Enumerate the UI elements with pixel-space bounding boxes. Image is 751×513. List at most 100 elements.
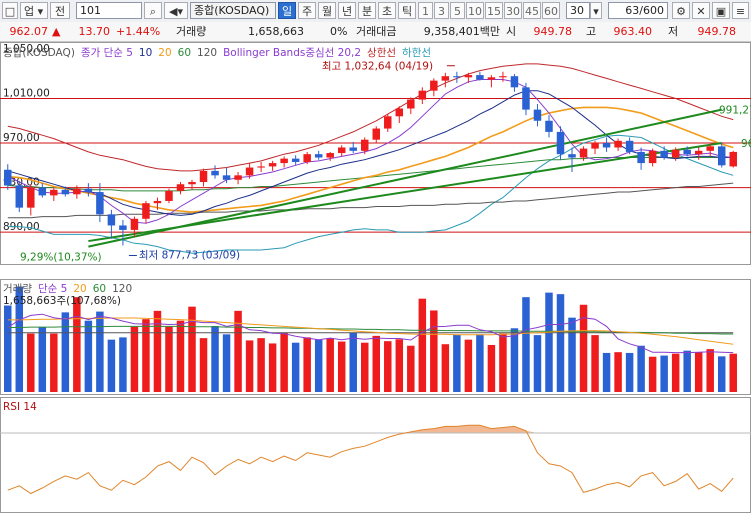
candle-body (499, 76, 507, 78)
candle-body (314, 154, 323, 158)
amount-label: 거래대금 (356, 25, 397, 38)
chart-area[interactable]: 1,050,001,010,00970,00930,00890,00종합(KOS… (0, 42, 751, 513)
period-tab-6[interactable]: 틱 (398, 2, 416, 19)
period-tab-4[interactable]: 분 (358, 2, 376, 19)
volume-bar (660, 355, 668, 392)
volume-bar (683, 350, 691, 392)
volume-bar (430, 310, 438, 392)
volume-bar (165, 326, 173, 392)
candle-body (349, 147, 357, 151)
price-legend-6: Bollinger Bands중심선 20,2 (223, 47, 361, 59)
candle-body (568, 154, 576, 158)
volume-bar (176, 320, 185, 392)
volume-bar (476, 334, 484, 392)
change-arrow: ▲ (52, 25, 61, 38)
price-legend-1: 종가 단순 5 (81, 47, 133, 59)
interval-button-3[interactable]: 3 (434, 2, 449, 19)
candle-body (717, 146, 726, 166)
prev-button[interactable]: 전 (50, 2, 70, 19)
volume-bar (510, 328, 519, 392)
candle-body (188, 182, 196, 185)
candle-body (441, 76, 450, 81)
price-legend-8: 하한선 (402, 46, 431, 59)
candle-body (4, 169, 12, 186)
code-input[interactable]: 101 (76, 2, 142, 19)
candle-body (625, 140, 634, 152)
count-input[interactable]: 63/600 (608, 2, 668, 19)
volume-bar (453, 334, 461, 392)
search-icon[interactable]: ⌕ (144, 2, 162, 19)
interval-button-5[interactable]: 5 (450, 2, 465, 19)
count-current: 63 (625, 4, 640, 17)
settings-icon[interactable]: ⚙ (672, 2, 690, 19)
volume-bar (84, 320, 93, 392)
market-dropdown[interactable]: 업 ▾ (20, 2, 48, 19)
candle-body (694, 150, 703, 155)
candle-body (464, 75, 473, 78)
pin-icon[interactable]: ✕ (692, 2, 710, 19)
period-tab-2[interactable]: 월 (318, 2, 336, 19)
candle-body (660, 150, 668, 158)
interval-input[interactable]: 30 (566, 2, 590, 19)
candle-body (245, 167, 254, 176)
volume-bar (211, 326, 219, 392)
candle-body (176, 184, 185, 191)
volume-legend-2: 20 (73, 283, 86, 295)
high-label: 고 (586, 25, 597, 38)
volume-bar (418, 298, 427, 392)
volume-bar (337, 341, 346, 392)
volume-bar (257, 338, 265, 392)
period-tab-0[interactable]: 일 (278, 2, 296, 19)
save-icon[interactable]: ▣ (712, 2, 730, 19)
toolbar: □ 업 ▾ 전 101 ⌕ ◀▾ 종합(KOSDAQ) 일주월년분초틱 1351… (0, 0, 751, 23)
info-bar: 962.07 ▲ 13.70 +1.44% 거래량 1,658,663 0% 거… (0, 22, 751, 42)
volume-bar (349, 332, 357, 392)
candle-body (671, 149, 680, 158)
volume-legend-1: 단순 5 (38, 283, 67, 295)
candle-body (107, 214, 116, 226)
candle-body (360, 139, 369, 151)
current-price: 962.07 (9, 25, 49, 38)
volume-bar (291, 342, 300, 392)
volume-bar (648, 356, 657, 392)
interval-button-60[interactable]: 60 (542, 2, 560, 19)
candle-body (579, 148, 588, 158)
volume-legend-0: 거래량 (3, 283, 32, 295)
rsi-line (7, 424, 734, 495)
candle-body (556, 131, 565, 155)
candle-body (545, 120, 553, 132)
candle-body (119, 225, 127, 230)
volume-bar (694, 352, 703, 392)
interval-button-1[interactable]: 1 (418, 2, 433, 19)
menu-icon[interactable]: ≡ (732, 2, 749, 19)
change-value: 13.70 (78, 25, 111, 38)
volume-bar (96, 311, 104, 392)
candle-body (522, 87, 530, 110)
price-legend-0: 종합(KOSDAQ) (3, 47, 75, 59)
candle-body (130, 218, 139, 230)
rsi-overbought-area (7, 425, 734, 433)
candle-body (61, 189, 70, 195)
volume-bar (602, 352, 611, 392)
interval-button-30[interactable]: 30 (504, 2, 522, 19)
volume-bar (487, 344, 496, 392)
ma120-line (7, 182, 734, 219)
interval-button-45[interactable]: 45 (523, 2, 541, 19)
interval-button-10[interactable]: 10 (466, 2, 484, 19)
volume-bar (637, 345, 645, 392)
candle-body (257, 166, 265, 168)
volume-bar (706, 349, 714, 392)
period-tab-1[interactable]: 주 (298, 2, 316, 19)
sound-icon[interactable]: ◀▾ (164, 2, 188, 19)
interval-button-15[interactable]: 15 (485, 2, 503, 19)
low-annotation: 최저 877,73 (03/09) (139, 250, 240, 262)
high-annotation: 최고 1,032,64 (04/19) (322, 61, 433, 73)
bb-lower-line (7, 134, 734, 254)
market-select[interactable]: □ (2, 2, 18, 19)
period-tab-5[interactable]: 초 (378, 2, 396, 19)
period-tab-3[interactable]: 년 (338, 2, 356, 19)
candle-body (591, 143, 599, 149)
interval-dropdown[interactable]: ▾ (590, 2, 602, 19)
price-legend-3: 20 (158, 47, 171, 59)
volume-bar (27, 333, 35, 392)
